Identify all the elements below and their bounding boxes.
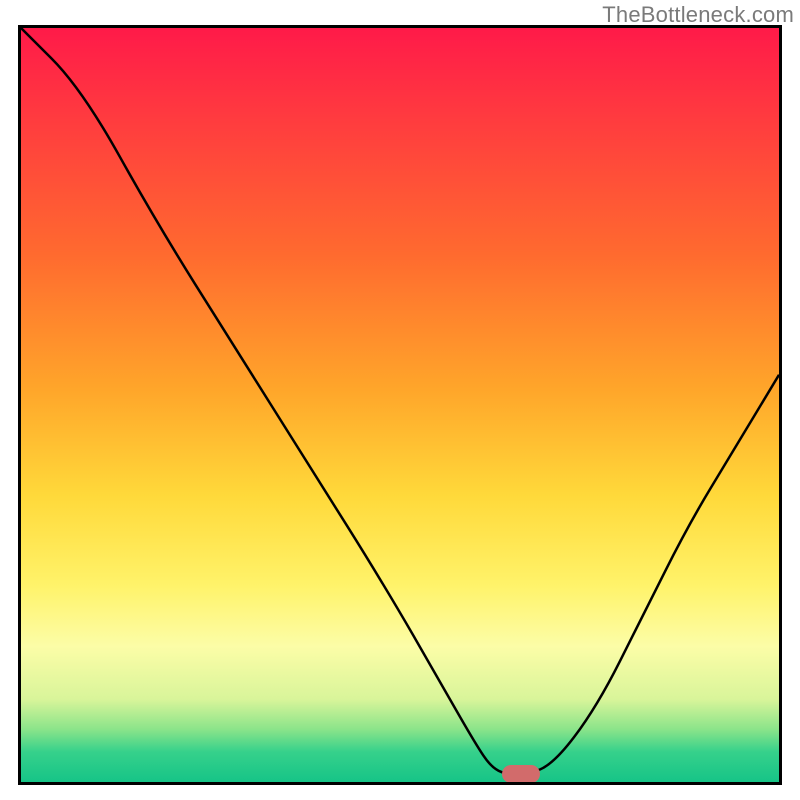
optimal-marker bbox=[502, 765, 540, 783]
chart-container: TheBottleneck.com bbox=[0, 0, 800, 800]
watermark-text: TheBottleneck.com bbox=[602, 2, 794, 28]
plot-area bbox=[18, 25, 782, 785]
bottleneck-curve bbox=[21, 28, 779, 782]
